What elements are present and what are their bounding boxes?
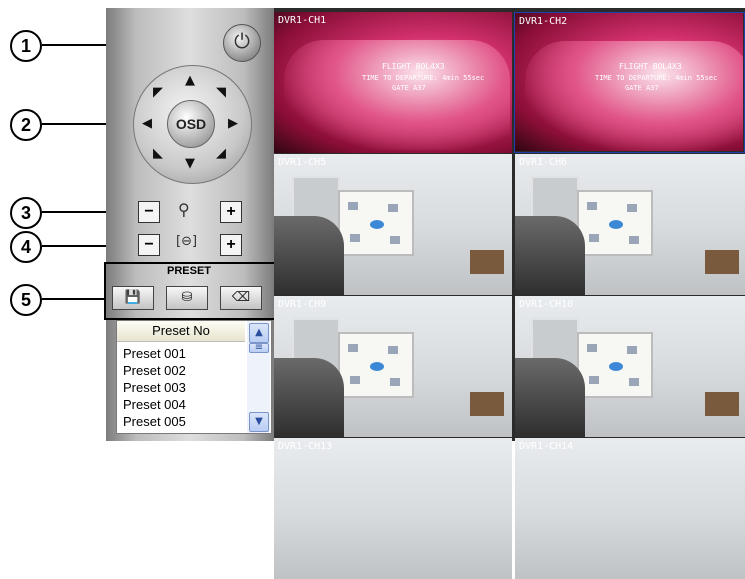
camera-label: DVR1-CH6 bbox=[519, 157, 568, 168]
scroll-up-icon[interactable]: ▲ bbox=[249, 323, 269, 343]
camera-tile-ch1[interactable]: DVR1-CH1 FLIGHT BOL4X3 TIME TO DEPARTURE… bbox=[274, 12, 512, 153]
save-preset-button[interactable]: 💾 bbox=[112, 286, 154, 310]
feed-box bbox=[470, 392, 504, 416]
delete-preset-button[interactable]: ⌫ bbox=[220, 286, 262, 310]
camera-label: DVR1-CH10 bbox=[519, 299, 574, 310]
list-item[interactable]: Preset 002 bbox=[123, 362, 243, 379]
camera-tile-ch14[interactable]: DVR1-CH14 bbox=[515, 438, 745, 579]
camera-label: DVR1-CH5 bbox=[278, 157, 327, 168]
feed-text: GATE A37 bbox=[625, 84, 659, 92]
arrow-right-icon[interactable]: ▶ bbox=[228, 117, 238, 130]
camera-label: DVR1-CH9 bbox=[278, 299, 327, 310]
preset-list-header[interactable]: Preset No bbox=[117, 321, 245, 342]
feed-whiteboard bbox=[338, 332, 414, 398]
camera-tile-ch13[interactable]: DVR1-CH13 bbox=[274, 438, 512, 579]
feed-machine bbox=[515, 216, 585, 295]
callout-2: 2 bbox=[10, 109, 42, 141]
feed-text: GATE A37 bbox=[392, 84, 426, 92]
magnifier-icon: ⚲ bbox=[178, 200, 190, 219]
camera-tile-ch2[interactable]: DVR1-CH2 FLIGHT BOL4X3 TIME TO DEPARTURE… bbox=[515, 13, 743, 151]
feed-text: TIME TO DEPARTURE: 4min 55sec bbox=[595, 74, 718, 82]
camera-tile-ch9[interactable]: DVR1-CH9 bbox=[274, 296, 512, 437]
feed-box bbox=[705, 250, 739, 274]
feed-machine bbox=[274, 358, 344, 437]
camera-label: DVR1-CH14 bbox=[519, 441, 574, 452]
camera-grid: DVR1-CH1 FLIGHT BOL4X3 TIME TO DEPARTURE… bbox=[274, 8, 745, 579]
camera-tile-ch5[interactable]: DVR1-CH5 bbox=[274, 154, 512, 295]
goto-preset-button[interactable]: ⛁ bbox=[166, 286, 208, 310]
power-icon: ⏻ bbox=[234, 29, 250, 53]
camera-label: DVR1-CH1 bbox=[278, 15, 327, 26]
callout-5: 5 bbox=[10, 284, 42, 316]
camera-tile-ch6[interactable]: DVR1-CH6 bbox=[515, 154, 745, 295]
camera-tile-ch10[interactable]: DVR1-CH10 bbox=[515, 296, 745, 437]
focus-out-button[interactable]: − bbox=[138, 234, 160, 256]
goto-preset-icon: ⛁ bbox=[181, 290, 193, 305]
osd-button[interactable]: OSD bbox=[167, 100, 215, 148]
callout-3: 3 bbox=[10, 197, 42, 229]
feed-whiteboard bbox=[338, 190, 414, 256]
zoom-in-button[interactable]: + bbox=[220, 201, 242, 223]
callout-1: 1 bbox=[10, 30, 42, 62]
list-item[interactable]: Preset 004 bbox=[123, 396, 243, 413]
callout-5-leader bbox=[42, 298, 106, 300]
arrow-left-icon[interactable]: ◀ bbox=[142, 117, 152, 130]
feed-image bbox=[284, 40, 510, 150]
scroll-down-icon[interactable]: ▼ bbox=[249, 412, 269, 432]
power-button[interactable]: ⏻ bbox=[223, 24, 261, 62]
save-preset-icon: 💾 bbox=[124, 290, 142, 305]
feed-machine bbox=[515, 358, 585, 437]
feed-text: FLIGHT BOL4X3 bbox=[619, 62, 682, 71]
feed-box bbox=[470, 250, 504, 274]
list-item[interactable]: Preset 005 bbox=[123, 413, 243, 430]
arrow-up-right-icon[interactable]: ◥ bbox=[216, 86, 226, 99]
list-item[interactable]: Preset 003 bbox=[123, 379, 243, 396]
camera-label: DVR1-CH13 bbox=[278, 441, 333, 452]
preset-list[interactable]: Preset No Preset 001 Preset 002 Preset 0… bbox=[116, 320, 272, 434]
arrow-up-left-icon[interactable]: ◤ bbox=[153, 86, 163, 99]
arrow-down-icon[interactable]: ▼ bbox=[185, 157, 195, 170]
list-item[interactable]: Preset 001 bbox=[123, 345, 243, 362]
feed-text: TIME TO DEPARTURE: 4min 55sec bbox=[362, 74, 485, 82]
arrow-down-right-icon[interactable]: ◢ bbox=[216, 147, 226, 160]
arrow-up-icon[interactable]: ▲ bbox=[185, 74, 195, 87]
arrow-down-left-icon[interactable]: ◣ bbox=[153, 147, 163, 160]
feed-whiteboard bbox=[577, 190, 653, 256]
focus-icon: [⊖] bbox=[176, 234, 198, 249]
callout-4: 4 bbox=[10, 231, 42, 263]
feed-box bbox=[705, 392, 739, 416]
preset-title: PRESET bbox=[166, 265, 211, 277]
feed-text: FLIGHT BOL4X3 bbox=[382, 62, 445, 71]
zoom-out-button[interactable]: − bbox=[138, 201, 160, 223]
feed-image bbox=[525, 41, 743, 151]
feed-machine bbox=[274, 216, 344, 295]
delete-preset-icon: ⌫ bbox=[231, 290, 251, 305]
camera-label: DVR1-CH2 bbox=[519, 16, 568, 27]
focus-in-button[interactable]: + bbox=[220, 234, 242, 256]
feed-whiteboard bbox=[577, 332, 653, 398]
scroll-thumb[interactable]: ≡ bbox=[249, 343, 269, 353]
